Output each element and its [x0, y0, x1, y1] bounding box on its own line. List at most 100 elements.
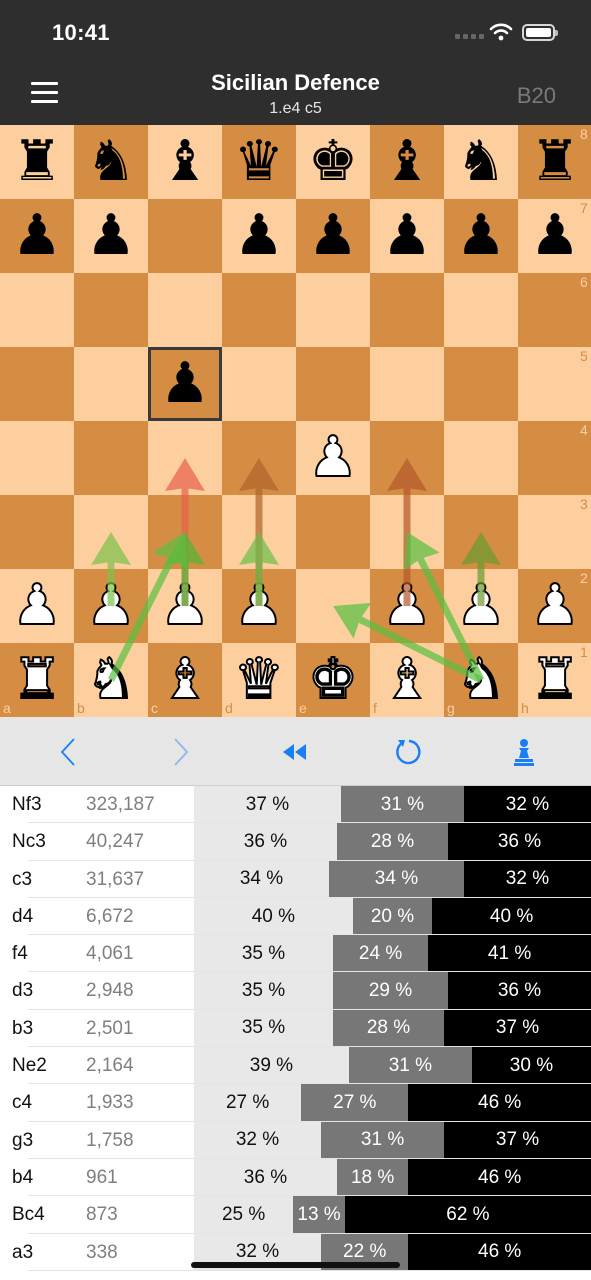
square-b6[interactable] — [74, 273, 148, 347]
square-f4[interactable] — [370, 421, 444, 495]
black-pawn-icon[interactable]: ♟ — [296, 199, 370, 273]
white-win-pct: 35 % — [194, 1009, 333, 1048]
black-pawn-icon[interactable]: ♟ — [370, 199, 444, 273]
square-b3[interactable] — [74, 495, 148, 569]
white-knight-icon[interactable]: ♞ — [444, 643, 518, 717]
square-d3[interactable] — [222, 495, 296, 569]
move-row[interactable]: Bc4 873 25 % 13 % 62 % — [0, 1196, 591, 1234]
rotate-icon — [396, 739, 421, 765]
white-rook-icon[interactable]: ♜ — [518, 643, 591, 717]
move-san: Nf3 — [12, 794, 42, 815]
black-pawn-icon[interactable]: ♟ — [444, 199, 518, 273]
white-win-pct: 39 % — [194, 1047, 349, 1085]
square-b5[interactable] — [74, 347, 148, 421]
square-d6[interactable] — [222, 273, 296, 347]
black-pawn-icon[interactable]: ♟ — [222, 199, 296, 273]
square-a3[interactable] — [0, 495, 74, 569]
black-knight-icon[interactable]: ♞ — [74, 125, 148, 199]
black-knight-icon[interactable]: ♞ — [444, 125, 518, 199]
black-win-pct: 41 % — [428, 935, 591, 973]
side-to-move-button[interactable] — [506, 735, 542, 769]
black-win-pct: 46 % — [408, 1158, 591, 1197]
move-row[interactable]: Nc3 40,247 36 % 28 % 36 % — [0, 823, 591, 861]
square-f3[interactable] — [370, 495, 444, 569]
square-b4[interactable] — [74, 421, 148, 495]
move-row[interactable]: c3 31,637 34 % 34 % 32 % — [0, 860, 591, 898]
white-bishop-icon[interactable]: ♝ — [370, 643, 444, 717]
chevron-left-icon — [60, 738, 75, 766]
square-a6[interactable] — [0, 273, 74, 347]
white-knight-icon[interactable]: ♞ — [74, 643, 148, 717]
move-row[interactable]: g3 1,758 32 % 31 % 37 % — [0, 1121, 591, 1159]
square-f6[interactable] — [370, 273, 444, 347]
white-rook-icon[interactable]: ♜ — [0, 643, 74, 717]
games-count: 2,164 — [86, 1055, 134, 1077]
forward-button[interactable] — [163, 735, 199, 769]
move-row[interactable]: f4 4,061 35 % 24 % 41 % — [0, 935, 591, 973]
white-pawn-icon[interactable]: ♟ — [444, 569, 518, 643]
flip-button[interactable] — [391, 735, 427, 769]
draw-pct: 34 % — [328, 860, 464, 898]
square-h4[interactable] — [518, 421, 591, 495]
square-e3[interactable] — [296, 495, 370, 569]
white-bishop-icon[interactable]: ♝ — [148, 643, 222, 717]
white-king-icon[interactable]: ♚ — [296, 643, 370, 717]
move-row[interactable]: Ne2 2,164 39 % 31 % 30 % — [0, 1047, 591, 1085]
move-san: g3 — [12, 1129, 34, 1151]
black-king-icon[interactable]: ♚ — [296, 125, 370, 199]
move-row[interactable]: b4 961 36 % 18 % 46 % — [0, 1158, 591, 1197]
move-row[interactable]: d4 6,672 40 % 20 % 40 % — [0, 897, 591, 936]
square-g5[interactable] — [444, 347, 518, 421]
white-pawn-icon[interactable]: ♟ — [0, 569, 74, 643]
black-pawn-icon[interactable]: ♟ — [74, 199, 148, 273]
home-indicator[interactable] — [191, 1262, 400, 1268]
black-pawn-icon[interactable]: ♟ — [0, 199, 74, 273]
black-bishop-icon[interactable]: ♝ — [370, 125, 444, 199]
square-h3[interactable] — [518, 495, 591, 569]
draw-pct: 28 % — [336, 823, 449, 861]
square-c7[interactable] — [148, 199, 222, 273]
white-win-pct: 25 % — [194, 1196, 294, 1234]
black-rook-icon[interactable]: ♜ — [518, 125, 591, 199]
games-count: 1,758 — [86, 1129, 134, 1151]
move-row[interactable]: d3 2,948 35 % 29 % 36 % — [0, 972, 591, 1010]
black-bishop-icon[interactable]: ♝ — [148, 125, 222, 199]
white-queen-icon[interactable]: ♛ — [222, 643, 296, 717]
square-c3[interactable] — [148, 495, 222, 569]
square-c4[interactable] — [148, 421, 222, 495]
square-d4[interactable] — [222, 421, 296, 495]
square-a5[interactable] — [0, 347, 74, 421]
white-pawn-icon[interactable]: ♟ — [370, 569, 444, 643]
black-pawn-icon[interactable]: ♟ — [148, 347, 222, 421]
white-pawn-icon[interactable]: ♟ — [222, 569, 296, 643]
move-row[interactable]: c4 1,933 27 % 27 % 46 % — [0, 1084, 591, 1122]
square-e2[interactable] — [296, 569, 370, 643]
white-pawn-icon[interactable]: ♟ — [518, 569, 591, 643]
move-row[interactable]: b3 2,501 35 % 28 % 37 % — [0, 1009, 591, 1048]
black-rook-icon[interactable]: ♜ — [0, 125, 74, 199]
draw-pct: 24 % — [332, 935, 429, 973]
rewind-button[interactable] — [276, 735, 312, 769]
square-d5[interactable] — [222, 347, 296, 421]
square-g3[interactable] — [444, 495, 518, 569]
white-pawn-icon[interactable]: ♟ — [296, 421, 370, 495]
result-bar: 39 % 31 % 30 % — [194, 1047, 591, 1085]
back-button[interactable] — [50, 735, 86, 769]
white-pawn-icon[interactable]: ♟ — [148, 569, 222, 643]
square-e6[interactable] — [296, 273, 370, 347]
square-f5[interactable] — [370, 347, 444, 421]
square-c6[interactable] — [148, 273, 222, 347]
white-pawn-icon[interactable]: ♟ — [74, 569, 148, 643]
black-queen-icon[interactable]: ♛ — [222, 125, 296, 199]
square-g4[interactable] — [444, 421, 518, 495]
square-h6[interactable] — [518, 273, 591, 347]
chess-board[interactable]: 8 7 6 5 4 3 2 a b c d e f g 1 h ♜ ♞ ♝ ♛ ♚ ♝ ♞ ♜ ♟ ♟ ♟ ♟ ♟ ♟ ♟ ♟ ♟ ♟ ♟ ♟ ♟ ♟ ♟ ♟… — [0, 125, 591, 717]
square-e5[interactable] — [296, 347, 370, 421]
black-pawn-icon[interactable]: ♟ — [518, 199, 591, 273]
move-row[interactable]: Nf3 323,187 37 % 31 % 32 % — [0, 786, 591, 824]
square-a4[interactable] — [0, 421, 74, 495]
games-count: 1,933 — [86, 1092, 134, 1114]
square-h5[interactable] — [518, 347, 591, 421]
square-g6[interactable] — [444, 273, 518, 347]
games-count: 323,187 — [86, 794, 155, 815]
